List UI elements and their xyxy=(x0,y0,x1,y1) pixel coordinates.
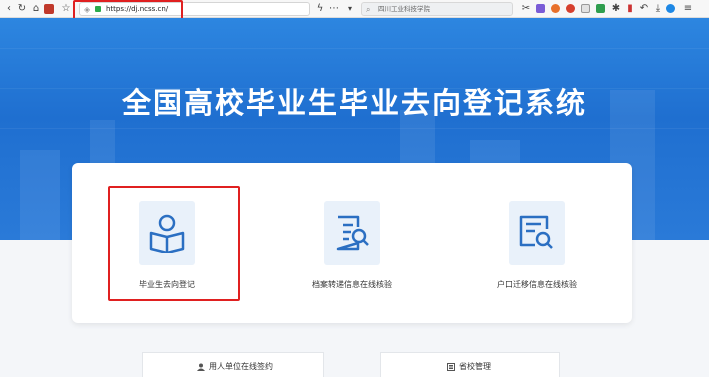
cloud-icon[interactable] xyxy=(566,4,575,13)
highlight-box xyxy=(108,186,240,301)
page-title: 全国高校毕业生毕业去向登记系统 xyxy=(121,86,587,120)
search-bar[interactable]: ⌕ 四川工业科技学院 xyxy=(361,2,513,16)
feature-label[interactable]: 户口迁移信息在线核验 xyxy=(467,279,607,291)
search-icon: ⌕ xyxy=(366,5,371,14)
home-icon[interactable]: ⌂ xyxy=(30,3,42,15)
employer-signing-label: 用人单位在线签约 xyxy=(209,362,273,371)
back-icon[interactable]: ‹ xyxy=(3,3,15,15)
notification-icon[interactable]: ▮ xyxy=(624,3,636,15)
reload-icon[interactable]: ↻ xyxy=(16,3,28,15)
menu-icon[interactable]: ≡ xyxy=(682,3,694,15)
bookmark-star-icon[interactable]: ☆ xyxy=(60,3,72,15)
scissors-icon[interactable]: ✂ xyxy=(520,3,532,15)
extension-icon[interactable] xyxy=(44,4,54,14)
dropdown-icon[interactable]: ▾ xyxy=(344,3,356,15)
lightning-icon[interactable]: ϟ xyxy=(314,3,326,15)
browser-logo-icon[interactable] xyxy=(666,4,675,13)
mail-icon[interactable] xyxy=(581,4,590,13)
puzzle-icon[interactable]: ✱ xyxy=(610,3,622,15)
extension-purple-icon[interactable] xyxy=(536,4,545,13)
feature-household-verification[interactable]: 户口迁移信息在线核验 xyxy=(467,201,607,291)
feature-label[interactable]: 档案转递信息在线核验 xyxy=(282,279,422,291)
download-icon[interactable]: ⤓ xyxy=(652,3,664,15)
more-icon[interactable]: ⋯ xyxy=(328,3,340,15)
building-icon xyxy=(447,363,455,371)
chat-icon[interactable] xyxy=(596,4,605,13)
employer-signing-button[interactable]: 用人单位在线签约 xyxy=(142,352,324,377)
document-search-icon[interactable] xyxy=(324,201,380,265)
browser-toolbar: ‹ ↻ ⌂ ☆ ◈ https://dj.ncss.cn/ ϟ ⋯ ▾ ⌕ 四川… xyxy=(0,0,709,22)
feature-archive-verification[interactable]: 档案转递信息在线核验 xyxy=(282,201,422,291)
list-search-icon[interactable] xyxy=(509,201,565,265)
search-input[interactable]: 四川工业科技学院 xyxy=(378,4,430,15)
game-icon[interactable] xyxy=(551,4,560,13)
undo-icon[interactable]: ↶ xyxy=(638,3,650,15)
school-management-label: 省校管理 xyxy=(459,362,491,371)
user-icon xyxy=(197,363,205,371)
school-management-button[interactable]: 省校管理 xyxy=(380,352,560,377)
